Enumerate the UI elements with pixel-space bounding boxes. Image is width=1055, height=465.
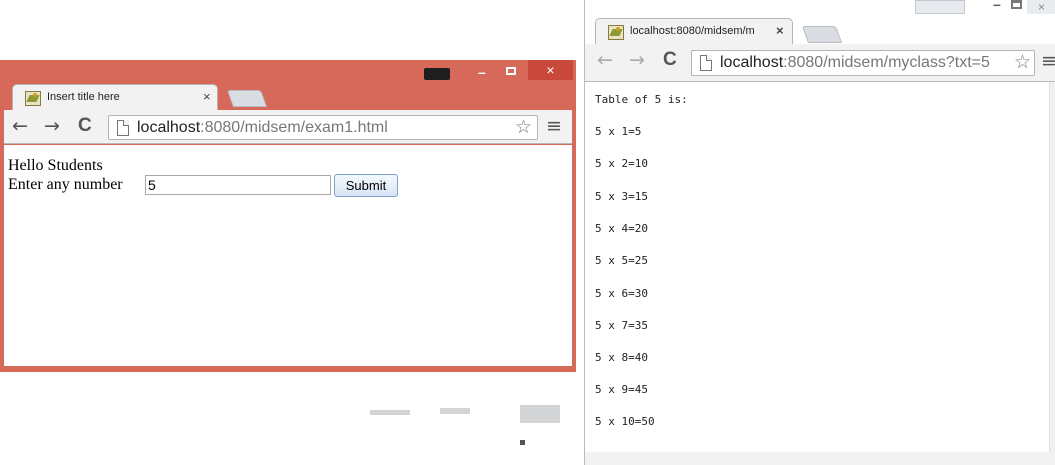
url-host: localhost (720, 54, 784, 71)
bookmark-star-icon[interactable]: ☆ (515, 118, 532, 137)
reload-icon[interactable]: C (663, 49, 677, 71)
menu-icon[interactable]: ≡ (1041, 52, 1055, 71)
table-row: 5 x 10=50 (595, 415, 655, 428)
tab-title: Insert title here (47, 91, 120, 103)
url-text: localhost:8080/midsem/exam1.html (137, 119, 388, 137)
page-content: Hello Students Enter any number Submit (4, 145, 572, 366)
title-bar[interactable] (0, 60, 576, 87)
page-content: Table of 5 is: 5 x 1=5 5 x 2=10 5 x 3=15… (585, 82, 1055, 452)
window-close-button[interactable]: × (528, 60, 573, 80)
number-input[interactable] (145, 175, 331, 195)
tab-close-icon[interactable]: × (776, 24, 784, 37)
browser-window-exam1: – × Insert title here × ← → C localhost:… (0, 60, 576, 372)
table-row: 5 x 1=5 (595, 125, 642, 138)
new-tab-button[interactable] (801, 26, 843, 43)
url-host: localhost (137, 119, 201, 136)
greeting-text: Hello Students (8, 157, 103, 174)
window-close-button[interactable]: × (1027, 0, 1055, 14)
user-profile-icon[interactable] (424, 68, 450, 80)
vertical-scrollbar[interactable] (1049, 82, 1055, 452)
address-bar[interactable]: localhost:8080/midsem/myclass?txt=5 ☆ (691, 50, 1035, 76)
forward-arrow-icon[interactable]: → (629, 49, 645, 71)
browser-toolbar: ← → C localhost:8080/midsem/exam1.html ☆… (4, 110, 572, 144)
forward-arrow-icon[interactable]: → (44, 115, 60, 137)
address-bar[interactable]: localhost:8080/midsem/exam1.html ☆ (108, 115, 538, 140)
table-row: 5 x 7=35 (595, 319, 648, 332)
submit-button[interactable]: Submit (334, 174, 398, 197)
table-row: 5 x 8=40 (595, 351, 648, 364)
table-heading: Table of 5 is: (595, 93, 688, 106)
desktop: – × Insert title here × ← → C localhost:… (0, 0, 1055, 465)
back-arrow-icon[interactable]: ← (12, 115, 28, 137)
table-row: 5 x 2=10 (595, 157, 648, 170)
new-tab-button[interactable] (226, 90, 268, 107)
url-path: :8080/midsem/myclass?txt=5 (783, 54, 990, 71)
favicon-icon (25, 91, 41, 106)
minimize-button[interactable]: – (993, 0, 1001, 11)
table-row: 5 x 6=30 (595, 287, 648, 300)
table-row: 5 x 9=45 (595, 383, 648, 396)
desktop-artifact (520, 440, 525, 445)
back-arrow-icon[interactable]: ← (597, 49, 613, 71)
url-text: localhost:8080/midsem/myclass?txt=5 (720, 54, 990, 72)
minimize-button[interactable]: – (478, 65, 486, 79)
table-row: 5 x 4=20 (595, 222, 648, 235)
url-path: :8080/midsem/exam1.html (200, 119, 388, 136)
user-profile-icon[interactable] (915, 0, 965, 14)
tab-myclass[interactable]: localhost:8080/midsem/m × (595, 18, 793, 44)
bookmark-star-icon[interactable]: ☆ (1014, 53, 1031, 72)
page-icon (117, 120, 129, 136)
table-row: 5 x 3=15 (595, 190, 648, 203)
prompt-label: Enter any number (8, 176, 123, 193)
browser-toolbar: ← → C localhost:8080/midsem/myclass?txt=… (585, 44, 1055, 82)
tab-close-icon[interactable]: × (203, 90, 211, 103)
maximize-button[interactable] (1011, 0, 1022, 9)
maximize-button[interactable] (506, 67, 516, 75)
desktop-artifact (440, 408, 470, 414)
reload-icon[interactable]: C (78, 115, 92, 137)
desktop-artifact (370, 410, 410, 415)
favicon-icon (608, 25, 624, 40)
tab-insert-title[interactable]: Insert title here × (12, 84, 218, 110)
browser-window-myclass: – × localhost:8080/midsem/m × ← → C loca… (584, 0, 1055, 465)
menu-icon[interactable]: ≡ (546, 117, 562, 136)
table-row: 5 x 5=25 (595, 254, 648, 267)
desktop-artifact (520, 405, 560, 423)
page-icon (700, 55, 712, 71)
tab-title: localhost:8080/midsem/m (630, 25, 755, 37)
